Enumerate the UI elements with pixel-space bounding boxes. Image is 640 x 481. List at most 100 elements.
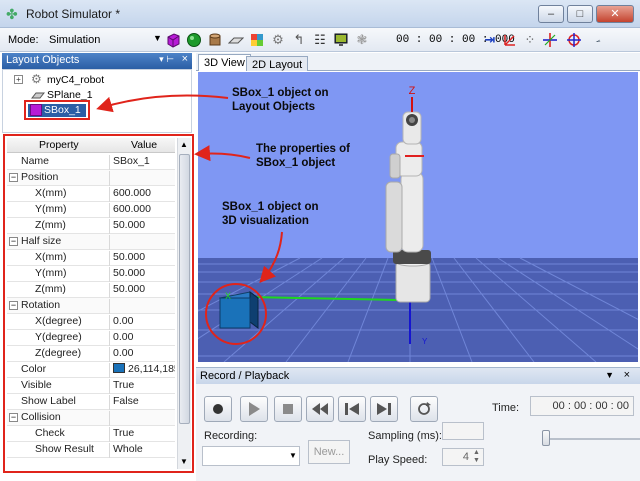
stepper-arrows-icon[interactable]: ▲ ▼ xyxy=(473,449,480,465)
recording-select[interactable]: ▼ xyxy=(202,446,300,466)
main-toolbar: Mode: Simulation ▼ ⚙ ↰ ☷ ❃ 00 : 00 : 00 … xyxy=(0,28,640,52)
close-button[interactable]: ✕ xyxy=(596,5,634,23)
property-row[interactable]: Y(degree) 0.00 xyxy=(7,330,175,346)
property-row[interactable]: Check True xyxy=(7,426,175,442)
collapse-icon[interactable]: − xyxy=(9,173,18,182)
property-value[interactable]: Whole xyxy=(109,443,175,458)
close-record-panel-icon[interactable]: × xyxy=(624,369,630,381)
property-row[interactable]: Show Result Whole xyxy=(7,442,175,458)
list-icon[interactable]: ☷ xyxy=(312,32,328,48)
property-value[interactable]: 0.00 xyxy=(109,347,175,362)
property-row[interactable]: Z(degree) 0.00 xyxy=(7,346,175,362)
add-plane-icon[interactable] xyxy=(227,32,245,48)
property-value[interactable] xyxy=(109,411,175,426)
property-row[interactable]: X(degree) 0.00 xyxy=(7,314,175,330)
timeline-slider-thumb[interactable] xyxy=(542,430,550,446)
property-value[interactable]: False xyxy=(109,395,175,410)
play-speed-stepper[interactable]: 4 ▲ ▼ xyxy=(442,448,484,466)
skip-back-button[interactable] xyxy=(338,396,366,422)
property-row[interactable]: Y(mm) 600.000 xyxy=(7,202,175,218)
tab-2d-layout[interactable]: 2D Layout xyxy=(246,56,309,71)
property-value[interactable]: SBox_1 xyxy=(109,155,175,170)
collapse-icon[interactable]: − xyxy=(9,413,18,422)
new-recording-button[interactable]: New... xyxy=(308,440,350,464)
property-value[interactable] xyxy=(109,171,175,186)
property-category-row[interactable]: − Rotation xyxy=(7,298,175,314)
add-cylinder-icon[interactable] xyxy=(207,32,223,48)
property-name: Name xyxy=(21,155,50,167)
color-swatch[interactable] xyxy=(113,363,125,373)
mode-select[interactable]: Simulation ▼ xyxy=(44,31,162,49)
z-axis-label: Z xyxy=(409,85,416,97)
play-button[interactable] xyxy=(240,396,268,422)
property-value[interactable]: True xyxy=(109,427,175,442)
property-value[interactable]: 600.000 xyxy=(109,187,175,202)
add-box-icon[interactable] xyxy=(165,32,181,48)
monitor-icon[interactable] xyxy=(333,32,349,48)
3d-viewport[interactable]: Z Y X SBox_1 object on Layout Objects Th… xyxy=(198,72,638,362)
property-value[interactable]: 50.000 xyxy=(109,283,175,298)
property-row[interactable]: Y(mm) 50.000 xyxy=(7,266,175,282)
gripper-icon[interactable]: ↰ xyxy=(291,32,307,48)
expand-icon[interactable]: + xyxy=(14,75,23,84)
property-category-row[interactable]: − Position xyxy=(7,170,175,186)
brain-icon[interactable]: ❃ xyxy=(354,32,370,48)
scatter-icon[interactable]: ⁘ xyxy=(522,32,538,48)
property-value[interactable]: 0.00 xyxy=(109,315,175,330)
go-to-zero-icon[interactable]: ⇥ xyxy=(482,32,498,48)
tab-3d-view[interactable]: 3D View xyxy=(198,54,251,71)
property-value[interactable]: 50.000 xyxy=(109,219,175,234)
property-value[interactable]: 0.00 xyxy=(109,331,175,346)
property-row[interactable]: Show Label False xyxy=(7,394,175,410)
record-button[interactable] xyxy=(204,396,232,422)
scroll-thumb[interactable] xyxy=(179,154,190,424)
add-mesh-icon[interactable] xyxy=(249,32,265,48)
property-row[interactable]: Color 26,114,185 xyxy=(7,362,175,378)
tree-item-sbox[interactable]: SBox_1 xyxy=(28,104,86,117)
robot-model[interactable] xyxy=(385,97,431,303)
dropdown-icon[interactable]: ▼ xyxy=(605,370,614,380)
property-value[interactable] xyxy=(109,299,175,314)
property-row[interactable]: Visible True xyxy=(7,378,175,394)
scroll-up-icon[interactable]: ▲ xyxy=(180,140,188,149)
record-playback-panel: Time: 00 : 00 : 00 : 00 Recording: ▼ New… xyxy=(196,384,640,481)
property-name: Position xyxy=(21,171,59,183)
property-row[interactable]: Z(mm) 50.000 xyxy=(7,282,175,298)
property-row[interactable]: Z(mm) 50.000 xyxy=(7,218,175,234)
property-row[interactable]: X(mm) 50.000 xyxy=(7,250,175,266)
loop-button[interactable] xyxy=(410,396,438,422)
property-category-row[interactable]: − Half size xyxy=(7,234,175,250)
pin-icon[interactable]: ▾ ⊢ xyxy=(159,54,174,65)
tree-item-sbox-selected[interactable]: SBox_1 xyxy=(24,100,90,120)
sampling-input[interactable] xyxy=(442,422,484,440)
property-scrollbar[interactable]: ▲ ▼ xyxy=(177,138,191,469)
minimize-button[interactable]: – xyxy=(538,5,564,23)
add-sphere-icon[interactable] xyxy=(186,32,202,48)
close-panel-icon[interactable]: × xyxy=(182,53,188,65)
property-row[interactable]: X(mm) 600.000 xyxy=(7,186,175,202)
property-value[interactable]: True xyxy=(109,379,175,394)
tree-item-robot[interactable]: myC4_robot xyxy=(47,74,104,86)
skip-forward-button[interactable] xyxy=(370,396,398,422)
property-value[interactable]: 50.000 xyxy=(109,267,175,282)
property-value[interactable]: 26,114,185 xyxy=(109,363,175,378)
stop-button[interactable] xyxy=(274,396,302,422)
property-value[interactable]: 50.000 xyxy=(109,251,175,266)
rad-deg-icon[interactable]: ⦟ xyxy=(590,32,606,48)
add-robot-icon[interactable]: ⚙ xyxy=(270,32,286,48)
collapse-icon[interactable]: − xyxy=(9,237,18,246)
property-category-row[interactable]: − Collision xyxy=(7,410,175,426)
property-value[interactable]: 600.000 xyxy=(109,203,175,218)
property-name: X(mm) xyxy=(35,187,67,199)
gizmo-icon[interactable] xyxy=(566,32,582,48)
property-name: Half size xyxy=(21,235,62,247)
scroll-down-icon[interactable]: ▼ xyxy=(180,457,188,466)
axis-icon[interactable] xyxy=(502,32,518,48)
property-row[interactable]: Name SBox_1 xyxy=(7,154,175,170)
property-value[interactable] xyxy=(109,235,175,250)
layout-objects-title: Layout Objects xyxy=(6,54,80,66)
frame-icon[interactable] xyxy=(542,32,558,48)
maximize-button[interactable]: □ xyxy=(567,5,593,23)
rewind-button[interactable] xyxy=(306,396,334,422)
collapse-icon[interactable]: − xyxy=(9,301,18,310)
